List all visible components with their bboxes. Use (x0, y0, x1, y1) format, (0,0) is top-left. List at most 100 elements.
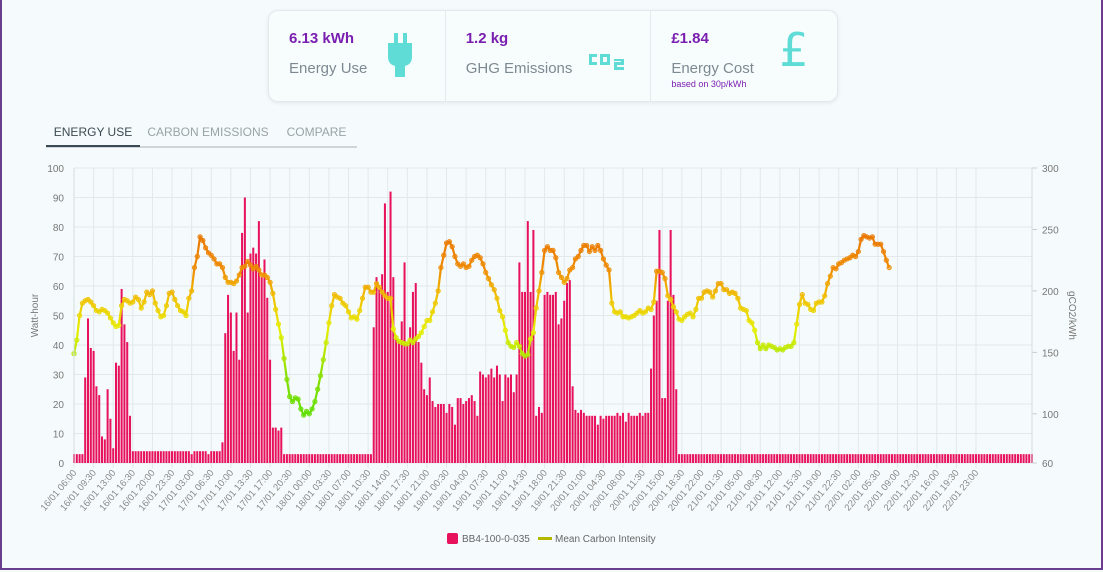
carbon-intensity-point (836, 261, 842, 267)
carbon-intensity-point (354, 316, 360, 322)
carbon-intensity-point (757, 346, 763, 352)
energy-bar (176, 451, 179, 463)
carbon-intensity-point (427, 317, 433, 324)
carbon-intensity-point (172, 296, 178, 303)
carbon-intensity-point (763, 346, 769, 352)
legend-label-carbon[interactable]: Mean Carbon Intensity (555, 534, 656, 545)
energy-bar (137, 451, 140, 463)
carbon-intensity-point (407, 337, 413, 343)
energy-bar (467, 398, 470, 463)
x-tick-label: 17/01 06:30 (176, 468, 217, 514)
carbon-intensity-point (715, 280, 721, 287)
carbon-intensity-point (824, 280, 831, 287)
carbon-intensity-point (443, 240, 450, 246)
energy-bar (720, 454, 723, 463)
energy-bar (154, 451, 157, 463)
energy-bar (683, 454, 686, 463)
carbon-intensity-point (138, 305, 144, 311)
carbon-intensity-point (819, 299, 825, 305)
energy-bar (187, 451, 190, 463)
carbon-intensity-point (91, 303, 97, 309)
carbon-intensity-point (662, 276, 668, 282)
energy-bars (72, 191, 1034, 463)
energy-bar (605, 415, 608, 463)
energy-bar (201, 451, 204, 463)
energy-bar (403, 262, 406, 463)
carbon-intensity-point (488, 282, 494, 288)
x-tick-label: 16/01 06:00 (39, 468, 80, 514)
energy-bar (241, 232, 244, 463)
tab-energy-use[interactable]: ENERGY USE (46, 122, 140, 147)
carbon-intensity-point (637, 307, 643, 314)
energy-bar (913, 454, 916, 463)
energy-bar (246, 312, 249, 463)
energy-bar (465, 401, 468, 463)
energy-bar (837, 454, 840, 463)
carbon-intensity-point (712, 288, 719, 294)
energy-bar (481, 374, 484, 463)
energy-bar (795, 454, 798, 463)
energy-bar (283, 454, 286, 463)
energy-bar (425, 395, 428, 463)
carbon-intensity-point (435, 288, 441, 294)
energy-bar (560, 318, 563, 463)
energy-bar (750, 454, 753, 463)
x-tick-label: 20/01 01:00 (548, 468, 589, 514)
energy-bar (896, 454, 899, 463)
energy-bar (739, 454, 742, 463)
carbon-intensity-point (654, 268, 660, 274)
energy-bar (568, 280, 571, 463)
carbon-intensity-point (217, 261, 223, 267)
carbon-intensity-point (802, 300, 808, 306)
carbon-intensity-point (494, 295, 500, 301)
energy-bar (857, 454, 860, 463)
energy-bar (776, 454, 779, 463)
energy-bar (269, 359, 272, 463)
energy-bar (445, 412, 448, 463)
energy-bar (526, 221, 529, 463)
energy-bar (991, 454, 994, 463)
energy-bar (423, 389, 426, 463)
energy-bar (675, 389, 678, 463)
energy-bar (848, 454, 851, 463)
energy-bar (938, 454, 941, 463)
carbon-intensity-point (130, 299, 136, 305)
y2-axis-title: gCO2/kWh (1066, 291, 1077, 340)
energy-bar (871, 454, 874, 463)
carbon-intensity-point (609, 300, 615, 306)
energy-bar (101, 436, 104, 463)
x-tick-label: 18/01 03:30 (294, 468, 335, 514)
carbon-intensity-point (651, 299, 657, 305)
energy-bar (565, 283, 569, 463)
carbon-intensity-point (693, 306, 699, 312)
carbon-intensity-point (592, 247, 598, 253)
energy-bar (252, 247, 255, 463)
energy-bar (829, 454, 832, 463)
carbon-intensity-point (289, 398, 296, 405)
carbon-intensity-point (690, 314, 696, 320)
carbon-intensity-point (312, 398, 318, 405)
carbon-intensity-point (163, 303, 170, 309)
carbon-intensity-point (228, 279, 234, 285)
carbon-intensity-point (519, 351, 525, 357)
carbon-intensity-point (460, 261, 466, 267)
energy-bar (193, 451, 196, 463)
legend-label-energy[interactable]: BB4-100-0-035 (462, 534, 530, 545)
energy-bar (117, 365, 120, 463)
energy-bar (476, 415, 479, 463)
tab-compare[interactable]: COMPARE (276, 122, 357, 145)
energy-cost-card: £1.84 Energy Cost based on 30p/kWh £ (651, 11, 837, 101)
energy-bar (557, 324, 560, 463)
carbon-intensity-point (880, 248, 887, 255)
energy-bar (344, 454, 347, 463)
energy-bar (1019, 454, 1022, 463)
carbon-intensity-point (620, 314, 626, 320)
carbon-intensity-point (385, 295, 391, 301)
carbon-intensity-point (774, 347, 780, 353)
energy-bar (414, 283, 417, 463)
tab-carbon-emissions[interactable]: CARBON EMISSIONS (140, 122, 276, 145)
carbon-intensity-point (614, 310, 621, 316)
energy-bar (311, 454, 314, 463)
carbon-intensity-point (606, 267, 612, 273)
energy-bar (630, 415, 633, 463)
